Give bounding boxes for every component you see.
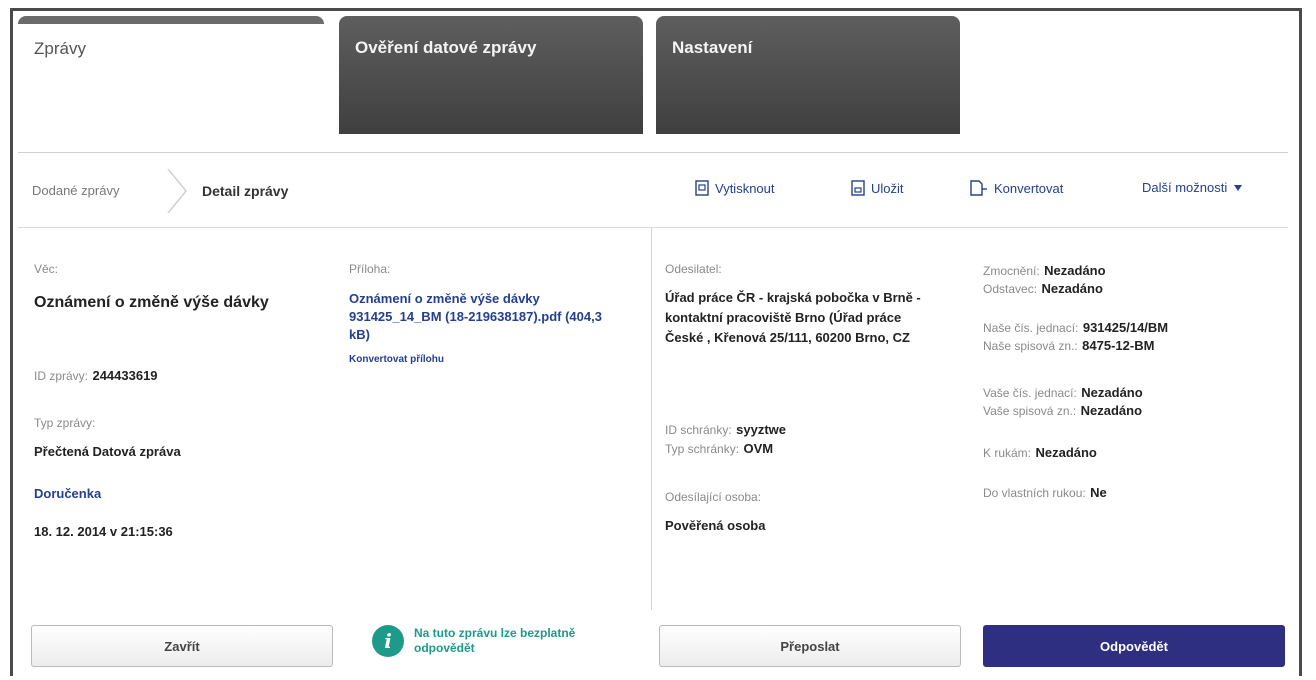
box-type-value: OVM bbox=[743, 441, 774, 456]
our-ref-label: Naše čís. jednací: bbox=[983, 321, 1079, 335]
your-file-label: Vaše spisová zn.: bbox=[983, 404, 1077, 418]
tab-settings[interactable]: Nastavení bbox=[656, 16, 960, 134]
attention-label: K rukám: bbox=[983, 446, 1032, 460]
free-reply-notice: i Na tuto zprávu lze bezplatně odpovědět bbox=[372, 625, 594, 657]
own-hands-value: Ne bbox=[1090, 485, 1107, 500]
more-options-label: Další možnosti bbox=[1142, 180, 1228, 195]
print-button[interactable]: Vytisknout bbox=[695, 180, 775, 196]
sending-person-value: Pověřená osoba bbox=[665, 518, 766, 533]
paragraph-row: Odstavec: Nezadáno bbox=[983, 280, 1103, 298]
own-hands-row: Do vlastních rukou: Ne bbox=[983, 484, 1107, 502]
attention-value: Nezadáno bbox=[1035, 445, 1097, 460]
toolbar: Dodané zprávy Detail zprávy Vytisknout U… bbox=[18, 153, 1288, 227]
box-type-row: Typ schránky: OVM bbox=[665, 440, 773, 458]
box-id-row: ID schránky: syyztwe bbox=[665, 421, 786, 439]
message-type-label: Typ zprávy: bbox=[34, 416, 96, 430]
your-file-row: Vaše spisová zn.: Nezadáno bbox=[983, 402, 1142, 420]
breadcrumb-current: Detail zprávy bbox=[202, 183, 289, 199]
our-file-label: Naše spisová zn.: bbox=[983, 339, 1078, 353]
convert-label: Konvertovat bbox=[994, 180, 1064, 196]
attachment-label: Příloha: bbox=[349, 262, 391, 276]
subject-label: Věc: bbox=[34, 262, 59, 276]
our-ref-value: 931425/14/BM bbox=[1082, 320, 1169, 335]
paragraph-label: Odstavec: bbox=[983, 282, 1038, 296]
delivery-receipt-link[interactable]: Doručenka bbox=[34, 486, 101, 501]
paragraph-value: Nezadáno bbox=[1041, 281, 1103, 296]
message-id-value: 244433619 bbox=[92, 368, 158, 383]
column-divider bbox=[651, 228, 652, 610]
your-ref-label: Vaše čís. jednací: bbox=[983, 386, 1077, 400]
caret-down-icon bbox=[1234, 184, 1243, 191]
box-type-label: Typ schránky: bbox=[665, 442, 740, 456]
convert-button[interactable]: Konvertovat bbox=[970, 180, 1063, 196]
more-options-dropdown[interactable]: Další možnosti bbox=[1142, 180, 1243, 195]
box-id-value: syyztwe bbox=[736, 422, 787, 437]
save-button[interactable]: Uložit bbox=[851, 180, 904, 196]
your-file-value: Nezadáno bbox=[1080, 403, 1143, 418]
breadcrumb-separator-icon bbox=[167, 169, 187, 213]
message-type-value: Přečtená Datová zpráva bbox=[34, 444, 181, 459]
save-icon bbox=[851, 180, 865, 196]
tab-messages[interactable]: Zprávy bbox=[18, 16, 324, 134]
toolbar-divider bbox=[18, 227, 1288, 228]
authorization-label: Zmocnění: bbox=[983, 264, 1040, 278]
attachment-file-link[interactable]: Oznámení o změně výše dávky 931425_14_BM… bbox=[349, 290, 619, 344]
authorization-row: Zmocnění: Nezadáno bbox=[983, 262, 1106, 280]
message-subject: Oznámení o změně výše dávky bbox=[34, 294, 269, 311]
close-button[interactable]: Zavřít bbox=[31, 625, 333, 667]
tab-verify-message[interactable]: Ověření datové zprávy bbox=[339, 16, 643, 134]
your-ref-value: Nezadáno bbox=[1081, 385, 1143, 400]
message-id-row: ID zprávy: 244433619 bbox=[34, 367, 158, 385]
free-reply-text: Na tuto zprávu lze bezplatně odpovědět bbox=[414, 626, 576, 655]
sender-label: Odesilatel: bbox=[665, 262, 722, 276]
main-tabs: Zprávy Ověření datové zprávy Nastavení bbox=[18, 16, 1288, 134]
message-date: 18. 12. 2014 v 21:15:36 bbox=[34, 524, 173, 539]
info-icon: i bbox=[372, 625, 404, 657]
forward-button[interactable]: Přeposlat bbox=[659, 625, 961, 667]
message-id-label: ID zprávy: bbox=[34, 369, 89, 383]
print-label: Vytisknout bbox=[715, 180, 775, 196]
breadcrumb-delivered-messages[interactable]: Dodané zprávy bbox=[32, 183, 119, 198]
print-icon bbox=[695, 180, 709, 196]
sender-name: Úřad práce ČR - krajská pobočka v Brně -… bbox=[665, 290, 921, 345]
attention-row: K rukám: Nezadáno bbox=[983, 444, 1097, 462]
your-ref-row: Vaše čís. jednací: Nezadáno bbox=[983, 384, 1143, 402]
own-hands-label: Do vlastních rukou: bbox=[983, 486, 1086, 500]
save-label: Uložit bbox=[871, 180, 904, 196]
box-id-label: ID schránky: bbox=[665, 423, 732, 437]
reply-button[interactable]: Odpovědět bbox=[983, 625, 1285, 667]
sending-person-label: Odesílající osoba: bbox=[665, 490, 762, 504]
our-file-value: 8475-12-BM bbox=[1082, 338, 1155, 353]
our-file-row: Naše spisová zn.: 8475-12-BM bbox=[983, 337, 1154, 355]
convert-icon bbox=[970, 180, 987, 196]
our-ref-row: Naše čís. jednací: 931425/14/BM bbox=[983, 319, 1168, 337]
authorization-value: Nezadáno bbox=[1044, 263, 1106, 278]
convert-attachment-link[interactable]: Konvertovat přílohu bbox=[349, 354, 444, 365]
